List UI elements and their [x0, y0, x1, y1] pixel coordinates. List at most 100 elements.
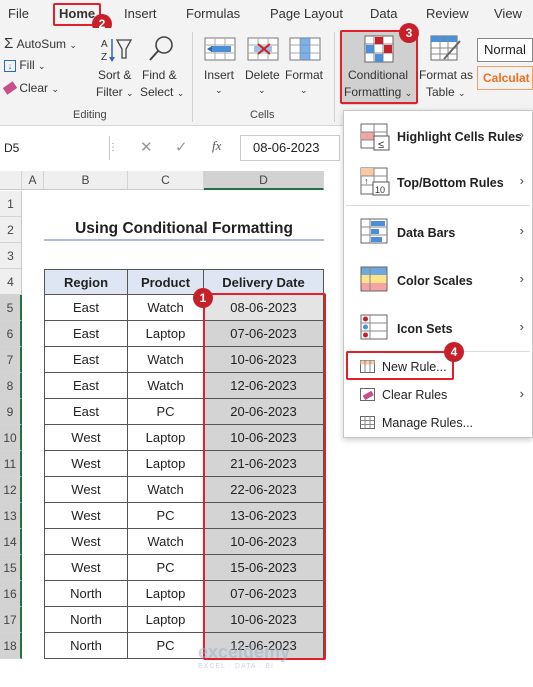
row-header-8[interactable]: 8	[0, 373, 22, 399]
cell-style-calculation[interactable]: Calculat	[477, 66, 533, 90]
table-cell[interactable]: West	[44, 477, 128, 503]
chevron-right-icon: ›	[519, 127, 524, 142]
autosum-button[interactable]: Σ AutoSum ⌄	[4, 35, 77, 52]
table-cell[interactable]: West	[44, 451, 128, 477]
row-header-6[interactable]: 6	[0, 321, 22, 347]
table-cell[interactable]: East	[44, 321, 128, 347]
manage-rules-icon	[360, 416, 375, 429]
cell-style-normal[interactable]: Normal	[477, 38, 533, 62]
row-header-5[interactable]: 5	[0, 295, 22, 321]
function-icon[interactable]: fx	[212, 138, 221, 154]
delete-cells-button[interactable]: Delete ⌄	[242, 34, 284, 104]
group-divider	[334, 32, 335, 122]
table-cell[interactable]: PC	[128, 555, 204, 581]
chevron-down-icon: ⌄	[38, 61, 46, 71]
insert-cells-icon	[204, 37, 236, 61]
table-cell[interactable]: Laptop	[128, 607, 204, 633]
menu-item-manage-rules[interactable]: Manage Rules...	[344, 410, 532, 436]
row-header-1[interactable]: 1	[0, 191, 22, 217]
svg-text:↑: ↑	[364, 176, 369, 186]
tab-view[interactable]: View	[494, 6, 522, 21]
column-header-a[interactable]: A	[22, 171, 44, 190]
table-cell[interactable]: West	[44, 555, 128, 581]
menu-item-top-bottom-rules[interactable]: ↑ 10 Top/Bottom Rules ›	[344, 161, 532, 205]
clear-button[interactable]: Clear ⌄	[2, 81, 59, 95]
tab-file[interactable]: File	[8, 6, 29, 21]
row-header-18[interactable]: 18	[0, 633, 22, 659]
row-header-12[interactable]: 12	[0, 477, 22, 503]
tab-review[interactable]: Review	[426, 6, 469, 21]
table-header-cell[interactable]: Product	[128, 269, 204, 295]
table-cell[interactable]: Watch	[128, 373, 204, 399]
row-header-9[interactable]: 9	[0, 399, 22, 425]
table-cell[interactable]: East	[44, 373, 128, 399]
table-cell[interactable]: Laptop	[128, 321, 204, 347]
tab-insert[interactable]: Insert	[124, 6, 157, 21]
sort-filter-button[interactable]: A Z Sort & Filter ⌄	[96, 34, 140, 104]
formula-input[interactable]: 08-06-2023	[240, 135, 340, 161]
row-header-4[interactable]: 4	[0, 269, 22, 295]
color-scales-icon	[360, 266, 388, 292]
table-cell[interactable]: East	[44, 295, 128, 321]
table-cell[interactable]: North	[44, 581, 128, 607]
row-header-11[interactable]: 11	[0, 451, 22, 477]
table-cell[interactable]: PC	[128, 399, 204, 425]
name-box[interactable]: D5	[0, 136, 110, 160]
chevron-right-icon: ›	[519, 173, 524, 188]
table-cell[interactable]: East	[44, 347, 128, 373]
row-header-13[interactable]: 13	[0, 503, 22, 529]
menu-item-clear-rules[interactable]: Clear Rules ›	[344, 382, 532, 408]
eraser-icon	[2, 81, 18, 95]
format-cells-button[interactable]: Format ⌄	[284, 34, 326, 104]
highlight-cells-icon: ≤	[360, 123, 390, 151]
table-cell[interactable]: East	[44, 399, 128, 425]
row-header-10[interactable]: 10	[0, 425, 22, 451]
chevron-down-icon: ⌄	[300, 85, 308, 95]
row-header-7[interactable]: 7	[0, 347, 22, 373]
tab-page-layout[interactable]: Page Layout	[270, 6, 343, 21]
row-header-16[interactable]: 16	[0, 581, 22, 607]
watermark-logo: exceldemy EXCEL · DATA · BI	[198, 642, 291, 670]
tab-formulas[interactable]: Formulas	[186, 6, 240, 21]
table-cell[interactable]: West	[44, 529, 128, 555]
table-cell[interactable]: Watch	[128, 477, 204, 503]
table-cell[interactable]: Laptop	[128, 451, 204, 477]
row-header-2[interactable]: 2	[0, 217, 22, 243]
table-cell[interactable]: Laptop	[128, 425, 204, 451]
row-header-17[interactable]: 17	[0, 607, 22, 633]
menu-item-color-scales[interactable]: Color Scales ›	[344, 257, 532, 303]
table-header-cell[interactable]: Region	[44, 269, 128, 295]
column-header-c[interactable]: C	[128, 171, 204, 190]
table-cell[interactable]: PC	[128, 633, 204, 659]
table-header-cell[interactable]: Delivery Date	[204, 269, 324, 295]
table-cell[interactable]: Watch	[128, 347, 204, 373]
select-all-corner[interactable]	[0, 171, 22, 190]
selection-highlight-box	[203, 293, 326, 660]
chevron-right-icon: ›	[519, 319, 524, 334]
insert-cells-button[interactable]: Insert ⌄	[200, 34, 240, 104]
row-header-3[interactable]: 3	[0, 243, 22, 269]
chevron-right-icon: ›	[519, 271, 524, 286]
table-cell[interactable]: North	[44, 607, 128, 633]
column-header-b[interactable]: B	[44, 171, 128, 190]
menu-item-highlight-cells-rules[interactable]: ≤ Highlight Cells Rules ›	[344, 115, 532, 159]
row-header-15[interactable]: 15	[0, 555, 22, 581]
fill-button[interactable]: ↓ Fill ⌄	[4, 58, 46, 72]
tab-data[interactable]: Data	[370, 6, 397, 21]
row-header-14[interactable]: 14	[0, 529, 22, 555]
check-icon[interactable]: ✓	[175, 138, 188, 156]
table-cell[interactable]: Watch	[128, 529, 204, 555]
find-select-button[interactable]: Find & Select ⌄	[140, 34, 184, 104]
table-cell[interactable]: North	[44, 633, 128, 659]
menu-item-icon-sets[interactable]: Icon Sets ›	[344, 305, 532, 351]
column-header-d[interactable]: D	[204, 171, 324, 190]
new-rule-highlight-box	[346, 351, 454, 380]
cancel-icon[interactable]: ✕	[140, 138, 153, 156]
table-cell[interactable]: West	[44, 425, 128, 451]
svg-text:≤: ≤	[378, 139, 384, 151]
menu-item-data-bars[interactable]: Data Bars ›	[344, 209, 532, 255]
table-cell[interactable]: West	[44, 503, 128, 529]
table-cell[interactable]: PC	[128, 503, 204, 529]
format-as-table-button[interactable]: Format as Table ⌄	[418, 34, 474, 104]
table-cell[interactable]: Laptop	[128, 581, 204, 607]
